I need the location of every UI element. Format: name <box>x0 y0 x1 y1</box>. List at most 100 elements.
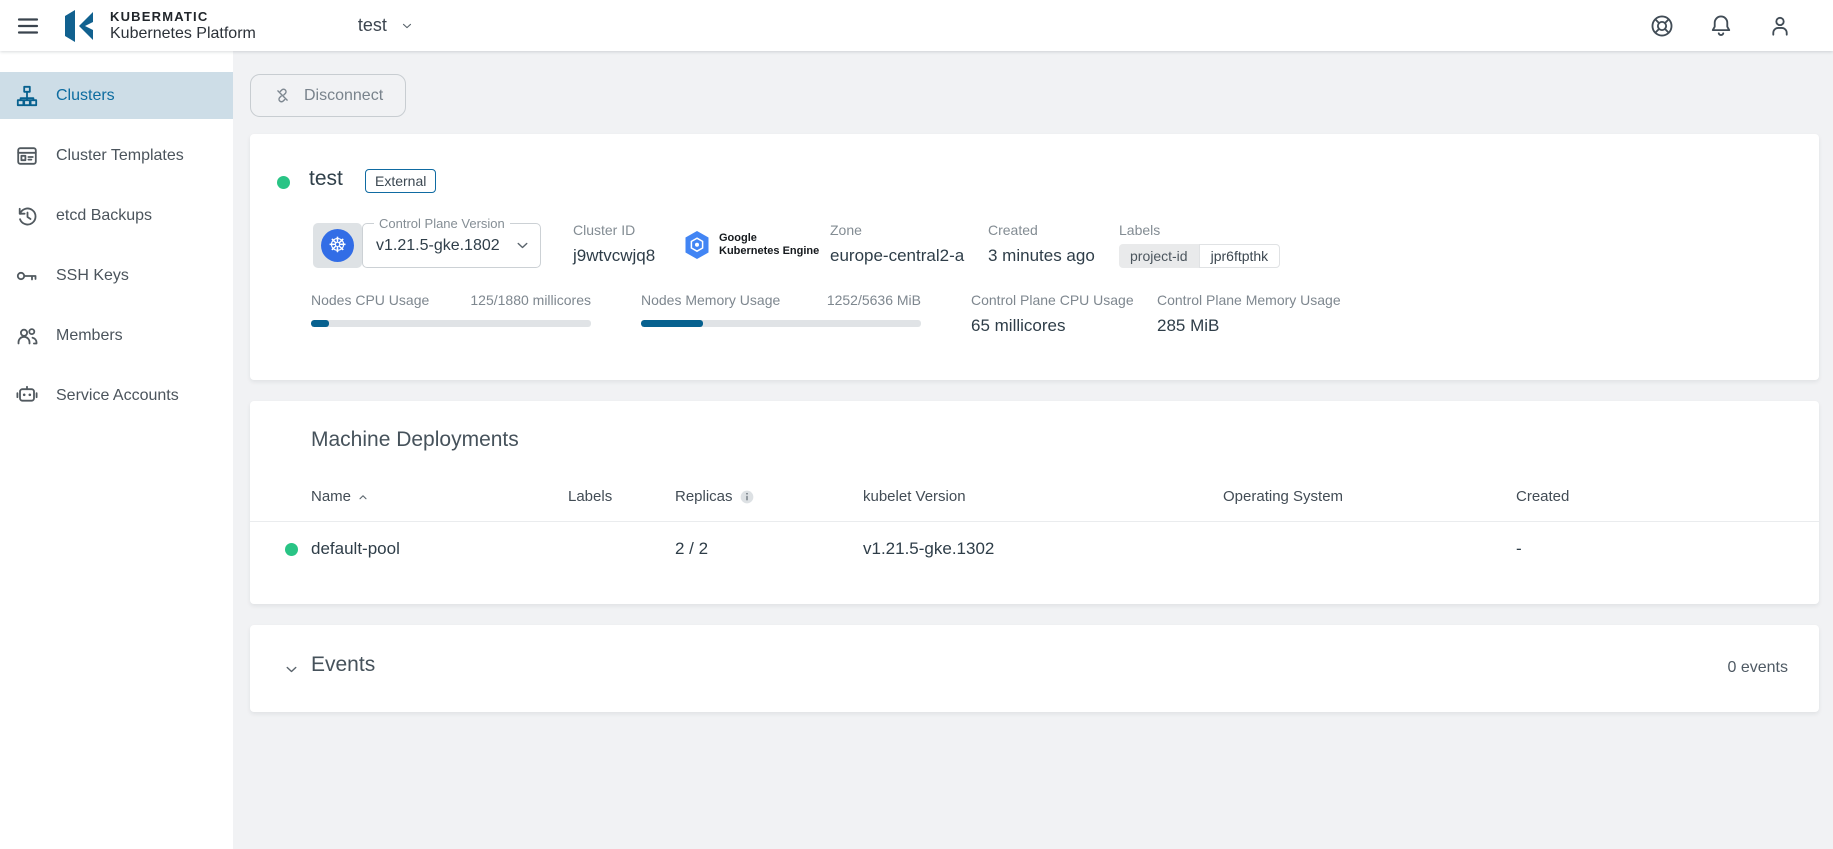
chevron-down-icon <box>400 19 414 33</box>
label-chip: project-id jpr6ftpthk <box>1119 244 1280 268</box>
kubermatic-logo-icon <box>62 9 98 43</box>
column-header-created: Created <box>1516 488 1569 505</box>
sidebar-item-label: Service Accounts <box>56 387 179 405</box>
nodes-memory-progressbar <box>641 320 921 327</box>
kubernetes-icon: ☸ <box>321 229 354 262</box>
members-icon <box>15 324 39 348</box>
row-kubelet-cell: v1.21.5-gke.1302 <box>863 539 994 559</box>
table-header-divider <box>250 521 1819 522</box>
robot-icon <box>15 384 39 408</box>
sidebar-item-ssh-keys[interactable]: SSH Keys <box>0 252 233 299</box>
cluster-status-dot <box>277 176 290 189</box>
cp-memory-value: 285 MiB <box>1157 316 1341 336</box>
labels-header-label: Labels <box>568 488 612 505</box>
chevron-down-icon[interactable] <box>283 661 300 678</box>
nodes-cpu-label: Nodes CPU Usage <box>311 292 429 308</box>
disconnect-label: Disconnect <box>304 87 383 105</box>
column-header-name[interactable]: Name <box>311 488 369 505</box>
labels-column: Labels project-id jpr6ftpthk <box>1119 222 1280 268</box>
provider-name-line1: Google <box>719 232 819 245</box>
brand-text: KUBERMATIC Kubernetes Platform <box>110 9 256 43</box>
key-icon <box>15 264 39 288</box>
kubernetes-version-badge: ☸ <box>313 223 362 268</box>
sidebar-item-members[interactable]: Members <box>0 312 233 359</box>
row-name-cell[interactable]: default-pool <box>311 539 400 559</box>
zone-column: Zone europe-central2-a <box>830 222 964 266</box>
help-icon[interactable] <box>1649 13 1675 39</box>
created-value: 3 minutes ago <box>988 246 1095 266</box>
cluster-id-column: Cluster ID j9wtvcwjq8 <box>573 222 655 266</box>
brand-line2: Kubernetes Platform <box>110 25 256 43</box>
labels-label: Labels <box>1119 222 1280 238</box>
user-icon[interactable] <box>1767 13 1793 39</box>
cluster-toolbar: Disconnect <box>250 74 1833 117</box>
nodes-memory-label: Nodes Memory Usage <box>641 292 780 308</box>
project-selector[interactable]: test <box>358 15 414 36</box>
cp-cpu-value: 65 millicores <box>971 316 1134 336</box>
control-plane-cpu-usage: Control Plane CPU Usage 65 millicores <box>971 292 1134 336</box>
sidebar-item-etcd-backups[interactable]: etcd Backups <box>0 192 233 239</box>
nodes-memory-usage: Nodes Memory Usage 1252/5636 MiB <box>641 292 921 327</box>
notifications-icon[interactable] <box>1708 13 1734 39</box>
cp-memory-label: Control Plane Memory Usage <box>1157 292 1341 308</box>
zone-label: Zone <box>830 222 964 238</box>
control-plane-version-value: v1.21.5-gke.1802 <box>376 224 500 267</box>
events-count: 0 events <box>1728 659 1788 677</box>
sort-ascending-icon <box>357 491 369 503</box>
nodes-cpu-value: 125/1880 millicores <box>470 292 591 308</box>
events-card[interactable]: Events 0 events <box>250 625 1819 712</box>
sidebar: Clusters Cluster Templates etcd Backups … <box>0 51 233 849</box>
label-chip-value: jpr6ftpthk <box>1199 244 1281 268</box>
chevron-down-icon <box>514 237 531 254</box>
clusters-icon <box>15 84 39 108</box>
provider-name-line2: Kubernetes Engine <box>719 245 819 258</box>
machine-deployments-title: Machine Deployments <box>311 428 519 452</box>
nodes-cpu-progressbar <box>311 320 591 327</box>
sidebar-item-label: SSH Keys <box>56 267 129 285</box>
provider-name: Google Kubernetes Engine <box>719 232 819 258</box>
main-content: Disconnect test External ☸ Control Plane… <box>233 51 1833 712</box>
project-name: test <box>358 15 387 36</box>
created-label: Created <box>988 222 1095 238</box>
sidebar-item-cluster-templates[interactable]: Cluster Templates <box>0 132 233 179</box>
sidebar-item-label: Clusters <box>56 87 115 105</box>
disconnect-button[interactable]: Disconnect <box>250 74 406 117</box>
kubelet-header-label: kubelet Version <box>863 488 966 505</box>
column-header-kubelet-version: kubelet Version <box>863 488 966 505</box>
zone-value: europe-central2-a <box>830 246 964 266</box>
os-header-label: Operating System <box>1223 488 1343 505</box>
info-icon[interactable] <box>739 489 755 505</box>
control-plane-version-select[interactable]: Control Plane Version v1.21.5-gke.1802 <box>362 223 541 268</box>
nodes-memory-progress-fill <box>641 320 703 327</box>
created-column: Created 3 minutes ago <box>988 222 1095 266</box>
name-header-label: Name <box>311 488 351 505</box>
sidebar-item-label: etcd Backups <box>56 207 152 225</box>
topbar-actions <box>1649 13 1793 39</box>
cluster-name: test <box>309 167 343 191</box>
provider-logo: Google Kubernetes Engine <box>684 230 819 260</box>
sidebar-item-clusters[interactable]: Clusters <box>0 72 233 119</box>
column-header-replicas: Replicas <box>675 488 755 505</box>
cluster-id-value: j9wtvcwjq8 <box>573 246 655 266</box>
row-status-dot <box>285 543 298 556</box>
events-title: Events <box>311 653 375 677</box>
sidebar-item-label: Cluster Templates <box>56 147 184 165</box>
kubermatic-logo: KUBERMATIC Kubernetes Platform <box>62 9 256 43</box>
control-plane-memory-usage: Control Plane Memory Usage 285 MiB <box>1157 292 1341 336</box>
nodes-cpu-progress-fill <box>311 320 329 327</box>
machine-deployments-card: Machine Deployments Name Labels Replicas… <box>250 401 1819 604</box>
disconnect-icon <box>273 86 292 105</box>
replicas-header-label: Replicas <box>675 488 733 505</box>
sidebar-item-service-accounts[interactable]: Service Accounts <box>0 372 233 419</box>
cp-cpu-label: Control Plane CPU Usage <box>971 292 1134 308</box>
cluster-templates-icon <box>15 144 39 168</box>
top-bar: KUBERMATIC Kubernetes Platform test <box>0 0 1833 51</box>
row-replicas-cell: 2 / 2 <box>675 539 708 559</box>
external-badge: External <box>365 169 436 193</box>
nodes-cpu-usage: Nodes CPU Usage 125/1880 millicores <box>311 292 591 327</box>
nodes-memory-value: 1252/5636 MiB <box>827 292 921 308</box>
column-header-operating-system: Operating System <box>1223 488 1343 505</box>
menu-icon[interactable] <box>16 14 40 38</box>
gke-hexagon-icon <box>684 230 710 260</box>
column-header-labels: Labels <box>568 488 612 505</box>
